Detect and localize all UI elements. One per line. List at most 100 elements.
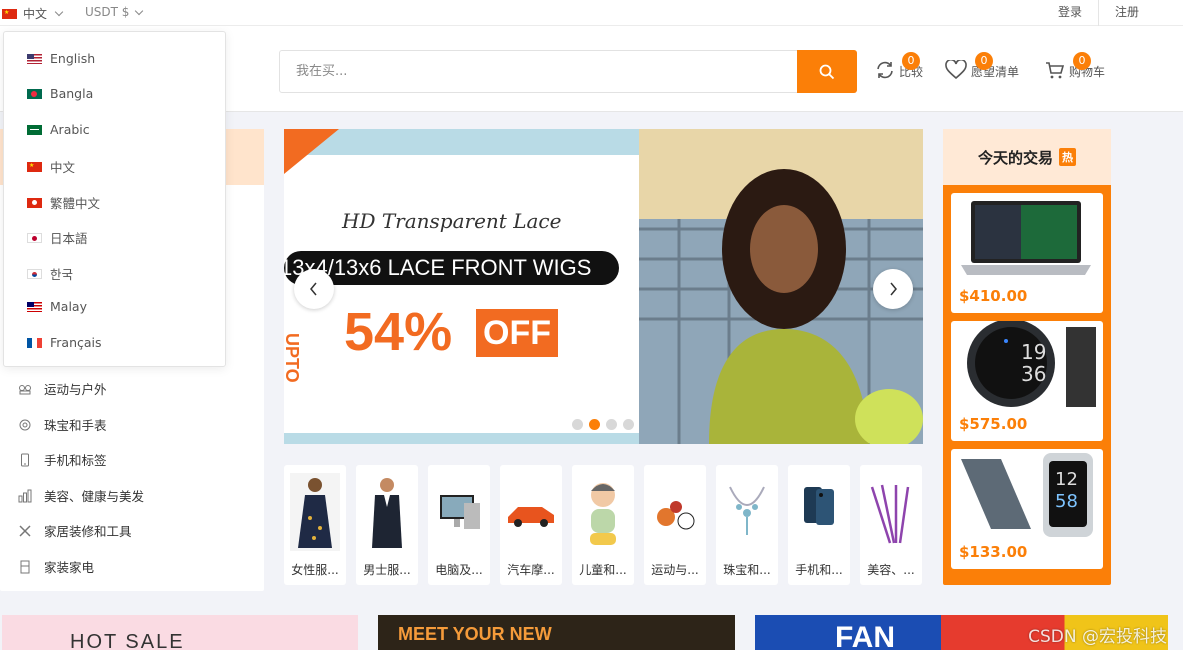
search-input[interactable] <box>280 51 798 92</box>
carousel-dot[interactable] <box>606 419 617 430</box>
ball-icon <box>650 473 700 551</box>
search-box <box>279 50 857 93</box>
laptop-icon <box>961 201 1091 275</box>
language-option-chinese[interactable]: ★ 中文 <box>27 157 75 176</box>
deal-price: $133.00 <box>959 543 1028 561</box>
category-label: 美容、健康与美发 <box>44 489 145 504</box>
cn-flag-icon: ★ <box>2 8 17 19</box>
wishlist-button[interactable]: 愿望清单 0 <box>945 52 1019 80</box>
thumb-women-clothing[interactable]: 女性服... <box>284 465 346 585</box>
category-item-appliances[interactable]: 家装家电 <box>18 557 94 576</box>
carousel-dot[interactable] <box>623 419 634 430</box>
currency-selector[interactable]: USDT $ <box>85 5 144 19</box>
login-link[interactable]: 登录 <box>1042 0 1098 26</box>
thumb-men-clothing[interactable]: 男士服... <box>356 465 418 585</box>
language-label: 中文 <box>23 7 48 21</box>
svg-text:36: 36 <box>1021 362 1046 386</box>
sports-icon <box>19 384 31 394</box>
language-option-malay[interactable]: Malay <box>27 299 87 314</box>
thumb-kids[interactable]: 儿童和... <box>572 465 634 585</box>
watch-icon: 1936 <box>967 321 1096 407</box>
category-item-jewelry[interactable]: 珠宝和手表 <box>18 415 107 434</box>
carousel-dot[interactable] <box>572 419 583 430</box>
kr-flag-icon <box>27 268 42 279</box>
language-option-korean[interactable]: 한국 <box>27 264 73 283</box>
language-option-traditional-chinese[interactable]: 繁體中文 <box>27 193 100 212</box>
language-selector[interactable]: ★ 中文 <box>2 5 64 22</box>
deal-item[interactable]: 19 36 $575.00 <box>951 321 1103 441</box>
carousel-dot-active[interactable] <box>589 419 600 430</box>
chevron-right-icon <box>890 282 897 296</box>
toy-icon <box>578 473 628 551</box>
language-option-english[interactable]: English <box>27 51 95 66</box>
category-item-sports[interactable]: 运动与户外 <box>18 379 107 398</box>
category-item-phones[interactable]: 手机和标签 <box>18 450 107 469</box>
search-button[interactable] <box>797 50 857 93</box>
category-label: 家装家电 <box>44 560 95 575</box>
register-link[interactable]: 注册 <box>1097 0 1183 26</box>
language-label: 中文 <box>50 160 76 175</box>
carousel-next-button[interactable] <box>873 269 913 309</box>
language-label: English <box>50 51 96 66</box>
thumb-label: 女性服... <box>291 563 339 577</box>
dress-icon <box>290 473 340 551</box>
svg-text:19: 19 <box>1021 340 1046 364</box>
smartphone-icon <box>794 473 844 551</box>
thumb-phones[interactable]: 手机和... <box>788 465 850 585</box>
hot-badge: 热 <box>1059 148 1076 166</box>
jp-flag-icon <box>27 232 42 243</box>
carousel-dots <box>572 419 634 430</box>
wishlist-count-badge: 0 <box>975 52 993 70</box>
thumb-label: 运动与... <box>651 563 699 577</box>
jewelry-icon <box>19 419 31 430</box>
svg-text:12: 12 <box>1055 469 1078 490</box>
thumb-cars[interactable]: 汽车摩... <box>500 465 562 585</box>
promo-banner-hot-sale[interactable]: HOT SALE <box>2 615 358 650</box>
language-option-japanese[interactable]: 日本語 <box>27 228 88 247</box>
language-dropdown: English Bangla Arabic ★ 中文 繁體中文 日本語 한국 M… <box>3 31 226 367</box>
compare-count-badge: 0 <box>902 52 920 70</box>
category-item-tools[interactable]: 家居装修和工具 <box>18 521 132 540</box>
computer-icon <box>434 473 484 551</box>
chevron-down-icon <box>54 7 64 17</box>
deal-item[interactable]: $410.00 <box>951 193 1103 313</box>
promo-fan-text: FAN <box>835 621 895 650</box>
language-label: Malay <box>50 299 87 314</box>
suit-icon <box>362 473 412 551</box>
thumb-sports[interactable]: 运动与... <box>644 465 706 585</box>
todays-deals-panel: 今天的交易 热 $410.00 19 36 $575.00 12 58 $133.0… <box>943 129 1111 585</box>
thumb-beauty[interactable]: 美容、... <box>860 465 922 585</box>
language-option-arabic[interactable]: Arabic <box>27 122 90 137</box>
language-label: 한국 <box>50 267 74 282</box>
tools-icon <box>19 524 31 537</box>
necklace-icon <box>722 473 772 551</box>
heart-icon <box>945 60 967 80</box>
thumb-label: 珠宝和... <box>723 563 771 577</box>
thumb-jewelry[interactable]: 珠宝和... <box>716 465 778 585</box>
banner-artwork: HD Transparent Lace 13x4/13x6 LACE FRONT… <box>284 129 639 444</box>
cart-button[interactable]: 购物车 0 <box>1045 52 1105 80</box>
promo-banner-outdoor[interactable]: MEET YOUR NEW <box>378 615 735 650</box>
language-option-french[interactable]: Français <box>27 335 102 350</box>
thumb-label: 男士服... <box>363 563 411 577</box>
deal-item[interactable]: 12 58 $133.00 <box>951 449 1103 569</box>
deals-header: 今天的交易 热 <box>943 129 1111 185</box>
category-item-beauty[interactable]: 美容、健康与美发 <box>18 486 144 505</box>
cart-count-badge: 0 <box>1073 52 1091 70</box>
thumb-computers[interactable]: 电脑及... <box>428 465 490 585</box>
language-option-bangla[interactable]: Bangla <box>27 86 93 101</box>
deal-price: $575.00 <box>959 415 1028 433</box>
phone-icon <box>21 453 29 466</box>
thumb-label: 手机和... <box>795 563 843 577</box>
carousel-prev-button[interactable] <box>294 269 334 309</box>
banner-off: OFF <box>476 309 558 357</box>
compare-button[interactable]: 比较 0 <box>875 52 923 80</box>
language-label: Bangla <box>50 86 94 101</box>
category-label: 珠宝和手表 <box>44 418 107 433</box>
language-label: Français <box>50 335 102 350</box>
chevron-left-icon <box>310 282 317 296</box>
deal-price: $410.00 <box>959 287 1028 305</box>
category-label: 运动与户外 <box>44 382 107 397</box>
banner-line1: HD Transparent Lace <box>342 209 562 233</box>
hero-carousel[interactable]: HD Transparent Lace 13x4/13x6 LACE FRONT… <box>284 129 923 444</box>
